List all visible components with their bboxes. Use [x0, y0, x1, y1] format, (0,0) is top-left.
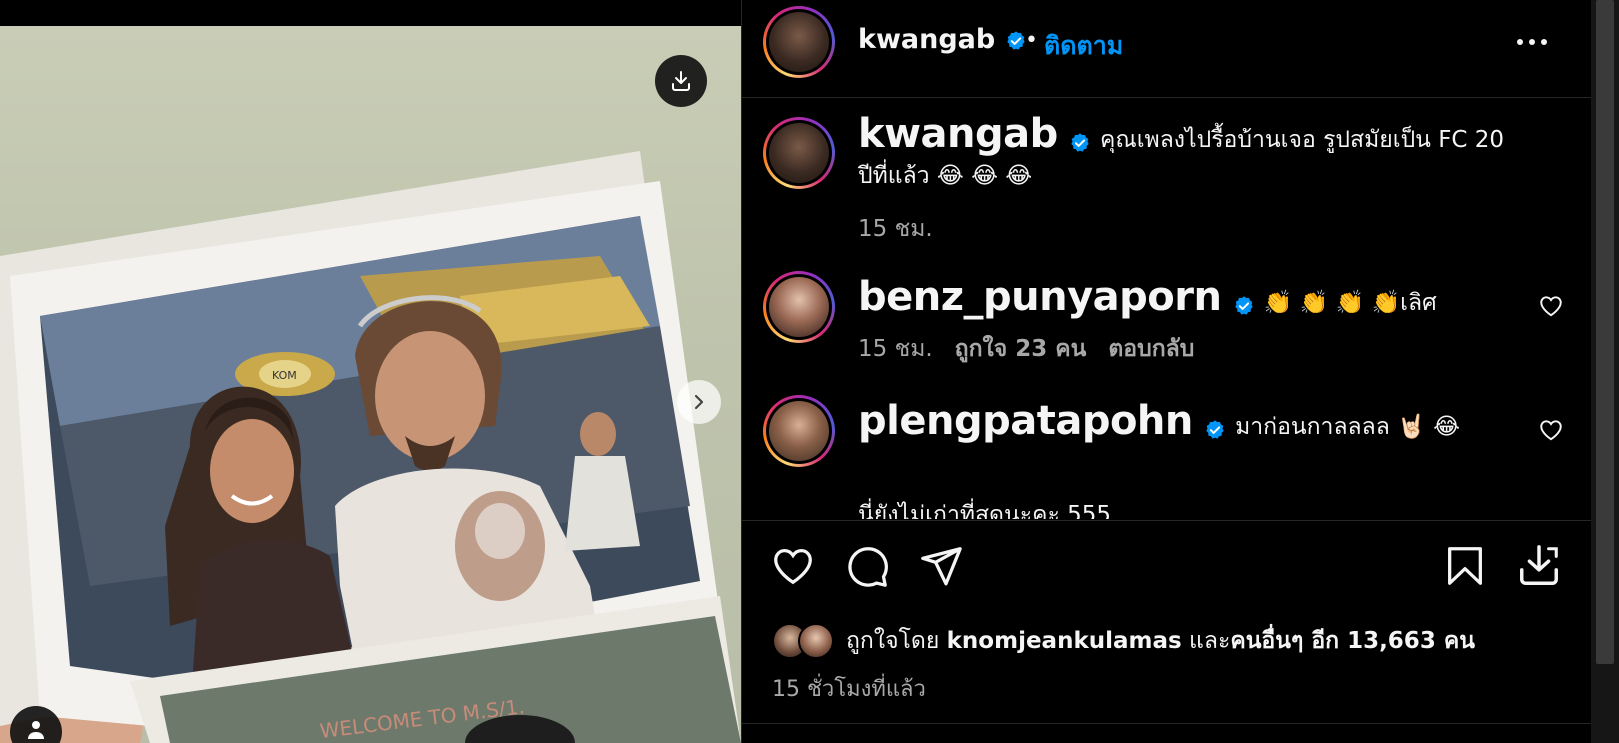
comment-avatar[interactable]: [763, 271, 835, 343]
comment-time: 15 ชม.: [858, 336, 933, 362]
comment-icon[interactable]: [844, 543, 890, 589]
heart-icon[interactable]: [1538, 293, 1564, 319]
likes-summary: ถูกใจโดย knomjeankulamas และคนอื่นๆ อีก …: [772, 623, 1475, 659]
post-actions: ถูกใจโดย knomjeankulamas และคนอื่นๆ อีก …: [742, 520, 1592, 743]
reply-button[interactable]: ตอบกลับ: [1108, 331, 1194, 367]
comments-list: kwangab คุณเพลงไปรื้อบ้านเจอ รูปสมัยเป็น…: [742, 99, 1592, 519]
media-top-bar: [0, 0, 741, 26]
bookmark-icon[interactable]: [1442, 543, 1488, 589]
post-media[interactable]: KOM WELCOME TO M.S/1.: [0, 0, 741, 743]
post-side-panel: kwangab • ติดตาม kwangab คุณเพลงไปรื้อบ้…: [741, 0, 1592, 743]
divider: [742, 723, 1592, 724]
heart-icon[interactable]: [770, 543, 816, 589]
verified-badge-icon: [1006, 30, 1025, 50]
download-icon: [672, 71, 690, 91]
scrollbar-thumb[interactable]: [1596, 0, 1614, 664]
chevron-right-icon: [694, 394, 704, 410]
more-horizontal-icon: [1517, 39, 1523, 45]
comment-avatar[interactable]: [763, 395, 835, 467]
avatar[interactable]: [798, 623, 834, 659]
others-likes-link[interactable]: คนอื่นๆ อีก 13,663 คน: [1230, 628, 1475, 654]
caption-time: 15 ชม.: [858, 216, 933, 242]
comment-text: มาก่อนกาลลลล 🤘🏻 😂: [1235, 414, 1460, 440]
header-separator: •: [1025, 28, 1038, 53]
comment-username[interactable]: plengpatapohn: [858, 398, 1193, 444]
verified-badge-icon: [1071, 132, 1089, 152]
belt-text: KOM: [272, 369, 297, 382]
download-button[interactable]: [655, 55, 707, 107]
caption: kwangab คุณเพลงไปรื้อบ้านเจอ รูปสมัยเป็น…: [858, 114, 1518, 195]
carousel-next-button[interactable]: [677, 380, 721, 424]
more-options-button[interactable]: [1512, 30, 1552, 54]
heart-icon[interactable]: [1538, 417, 1564, 443]
caption-username[interactable]: kwangab: [858, 111, 1058, 157]
comment-text: 👏 👏 👏 👏เลิศ: [1263, 290, 1437, 316]
post-timestamp: 15 ชั่วโมงที่แล้ว: [772, 677, 926, 702]
user-icon: [28, 721, 44, 739]
paper-plane-icon[interactable]: [918, 543, 964, 589]
verified-badge-icon: [1206, 419, 1224, 439]
author-username[interactable]: kwangab: [858, 24, 1027, 55]
verified-badge-icon: [1234, 295, 1253, 315]
post-photo: KOM WELCOME TO M.S/1.: [0, 26, 741, 743]
photo-illustration: KOM WELCOME TO M.S/1.: [0, 151, 741, 743]
download-tray-icon[interactable]: [1516, 543, 1562, 589]
follow-button[interactable]: ติดตาม: [1044, 26, 1123, 66]
author-avatar[interactable]: [763, 6, 835, 78]
likes-text[interactable]: ถูกใจโดย knomjeankulamas และคนอื่นๆ อีก …: [846, 623, 1475, 659]
reply-preview-text: นี่ยังไม่เก่าที่สุดนะคะ 555: [858, 502, 1112, 519]
post-header: kwangab • ติดตาม: [742, 0, 1592, 98]
comment-item: plengpatapohn มาก่อนกาลลลล 🤘🏻 😂: [858, 399, 1518, 451]
caption-avatar[interactable]: [763, 117, 835, 189]
comment-meta: 15 ชม. ถูกใจ 23 คน ตอบกลับ: [858, 331, 1194, 367]
liker-username[interactable]: knomjeankulamas: [947, 628, 1182, 654]
liker-avatars: [772, 623, 836, 659]
comment-likes[interactable]: ถูกใจ 23 คน: [955, 331, 1087, 367]
comment-username[interactable]: benz_punyaporn: [858, 274, 1222, 320]
comment-item: benz_punyaporn 👏 👏 👏 👏เลิศ: [858, 275, 1518, 327]
scrollbar[interactable]: [1591, 0, 1619, 743]
